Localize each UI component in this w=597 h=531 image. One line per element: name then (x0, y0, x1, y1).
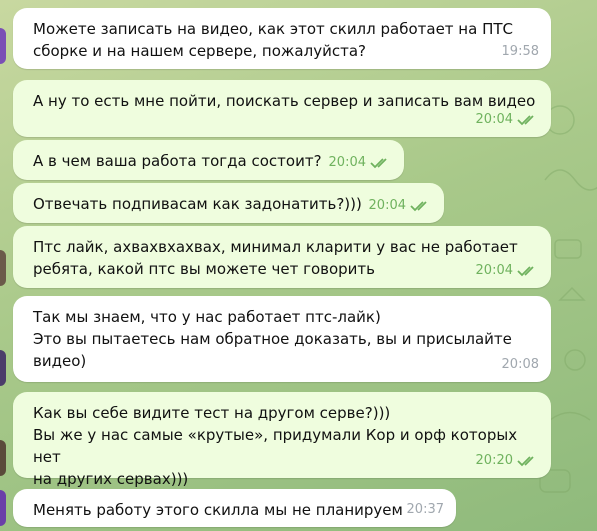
message-meta: 19:58 (502, 41, 539, 63)
message-meta: 20:04 (369, 195, 432, 217)
message-time: 20:04 (328, 155, 366, 170)
double-check-icon (410, 201, 427, 212)
message-bubble[interactable]: Менять работу этого скилла мы не планиру… (13, 489, 456, 527)
message-meta: 20:04 (476, 109, 539, 131)
avatar[interactable] (0, 490, 6, 526)
message-bubble[interactable]: Можете записать на видео, как этот скилл… (13, 8, 551, 69)
double-check-icon (517, 456, 534, 467)
message-bubble[interactable]: Как вы себе видите тест на другом серве?… (13, 392, 551, 488)
double-check-icon (370, 158, 387, 169)
message-time: 20:08 (501, 357, 539, 372)
message-meta: 20:08 (502, 354, 539, 376)
message-text: Можете записать на видео, как этот скилл… (33, 20, 513, 60)
double-check-icon (517, 266, 534, 277)
message-time: 20:04 (368, 198, 406, 213)
message-text: Менять работу этого скилла мы не планиру… (33, 501, 403, 519)
message-meta: 20:37 (407, 499, 444, 521)
message-time: 20:04 (475, 263, 513, 278)
message-time: 20:04 (475, 112, 513, 127)
message-time: 20:37 (406, 502, 444, 517)
avatar[interactable] (0, 28, 6, 64)
message-time: 20:20 (475, 453, 513, 468)
message-bubble[interactable]: Так мы знаем, что у нас работает птс-лай… (13, 296, 551, 382)
avatar[interactable] (0, 440, 6, 476)
message-bubble[interactable]: А в чем ваша работа тогда состоит? 20:04 (13, 140, 404, 180)
message-bubble[interactable]: А ну то есть мне пойти, поискать сервер … (13, 80, 551, 137)
avatar[interactable] (0, 250, 6, 286)
message-text: Как вы себе видите тест на другом серве?… (33, 404, 518, 488)
message-meta: 20:04 (476, 260, 539, 282)
message-meta: 20:20 (476, 450, 539, 472)
message-bubble[interactable]: Отвечать подпивасам как задонатить?))) 2… (13, 183, 444, 223)
message-text: Птс лайк, ахвахвхахвах, минимал кларити … (33, 238, 518, 278)
message-text: А ну то есть мне пойти, поискать сервер … (33, 92, 536, 110)
message-meta: 20:04 (329, 152, 392, 174)
message-text: Так мы знаем, что у нас работает птс-лай… (33, 308, 512, 370)
message-time: 19:58 (501, 44, 539, 59)
double-check-icon (517, 115, 534, 126)
message-bubble[interactable]: Птс лайк, ахвахвхахвах, минимал кларити … (13, 226, 551, 288)
avatar[interactable] (0, 350, 6, 386)
